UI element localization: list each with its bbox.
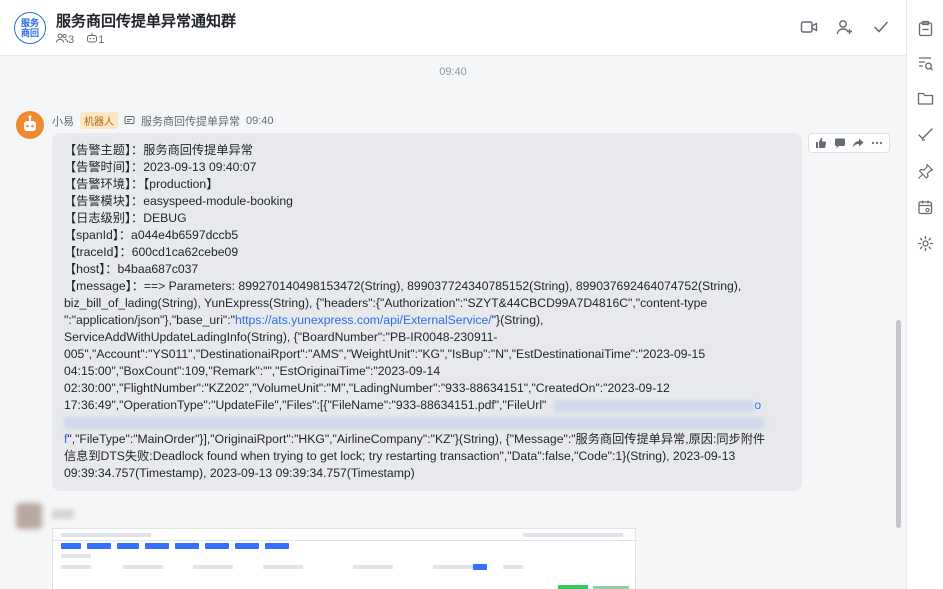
robot-icon xyxy=(24,115,36,131)
forward-icon[interactable] xyxy=(852,137,864,149)
redacted-url xyxy=(554,399,755,412)
message-line-blurred xyxy=(64,414,792,431)
message-line: 【spanId】：a044e4b6597dccb5 xyxy=(64,228,239,242)
thumbs-up-icon[interactable] xyxy=(815,137,827,149)
member-count[interactable]: 3 xyxy=(56,33,74,46)
message-line: ServiceAddWithUpdateLadingInfo(String), … xyxy=(64,330,498,344)
message-line-with-link: ":"application/json"},"base_uri":"https:… xyxy=(64,313,544,327)
message-line: 【告警时间】：2023-09-13 09:40:07 xyxy=(64,160,257,174)
chat-main: 服务 商回 服务商回传提单异常通知群 3 1 09:40 小易 机器人 服务商回传… xyxy=(0,0,906,589)
time-divider: 09:40 xyxy=(439,66,467,78)
api-link[interactable]: https://ats.yunexpress.com/api/ExternalS… xyxy=(235,313,492,327)
message-line: 【traceId】：600cd1ca62cebe09 xyxy=(64,245,239,259)
message-source[interactable]: 服务商回传提单异常 xyxy=(141,113,240,129)
group-avatar[interactable]: 服务 商回 xyxy=(14,12,46,44)
gear-icon[interactable] xyxy=(917,235,934,252)
redacted-avatar[interactable] xyxy=(16,503,42,529)
message-line: 【message】：==> Parameters: 89927014049815… xyxy=(64,279,742,293)
message-sender-line: 小易 机器人 服务商回传提单异常 09:40 xyxy=(52,112,274,129)
task-check-icon[interactable] xyxy=(917,126,934,143)
bot-count[interactable]: 1 xyxy=(86,32,104,46)
message-line: 【告警模块】：easyspeed-module-booking xyxy=(64,194,293,208)
folder-icon[interactable] xyxy=(917,90,934,107)
message-line: 信息到DTS失败:Deadlock found when trying to g… xyxy=(64,449,736,463)
chat-header: 服务 商回 服务商回传提单异常通知群 3 1 xyxy=(0,0,906,56)
redacted-sender-name xyxy=(52,509,74,519)
header-actions xyxy=(800,18,890,36)
message-line: 09:39:34.757(Timestamp), 2023-09-13 09:3… xyxy=(64,466,415,480)
message-line: 【host】：b4baa687c037 xyxy=(64,262,199,276)
message-bubble[interactable]: 【告警主题】：服务商回传提单异常 【告警时间】：2023-09-13 09:40… xyxy=(52,133,802,491)
bot-badge: 机器人 xyxy=(80,112,118,129)
message-line: 04:15:00","BoxCount":109,"Remark":"","Es… xyxy=(64,364,441,378)
more-icon[interactable] xyxy=(871,137,883,149)
url-tail[interactable]: o xyxy=(754,398,761,412)
clipboard-icon[interactable] xyxy=(917,20,934,37)
chat-scrollbar[interactable] xyxy=(896,320,901,528)
group-title: 服务商回传提单异常通知群 xyxy=(56,13,237,30)
sender-name[interactable]: 小易 xyxy=(52,113,74,129)
message-line-with-url: f","FileType":"MainOrder"}],"OriginaiRpo… xyxy=(64,432,766,446)
message-source-icon xyxy=(124,116,135,124)
check-icon[interactable] xyxy=(872,18,890,36)
right-sidebar xyxy=(906,0,943,589)
video-call-icon[interactable] xyxy=(800,18,818,36)
members-icon xyxy=(56,33,68,43)
bot-icon xyxy=(87,32,98,43)
message-line: 【日志级别】：DEBUG xyxy=(64,211,187,225)
message-time: 09:40 xyxy=(246,114,274,127)
search-list-icon[interactable] xyxy=(917,55,934,72)
calendar-settings-icon[interactable] xyxy=(917,199,934,216)
message-line: 【告警环境】：【production】 xyxy=(64,177,219,191)
message-line: 02:30:00","FlightNumber":"KZ202","Volume… xyxy=(64,381,670,395)
message-line: 005","Account":"YS011","DestinationaiRpo… xyxy=(64,347,706,361)
add-member-icon[interactable] xyxy=(836,18,854,36)
reply-icon[interactable] xyxy=(834,137,846,149)
screenshot-thumbnail[interactable] xyxy=(52,528,637,589)
message-line: biz_bill_of_lading(String), YunExpress(S… xyxy=(64,296,708,310)
message-line: 【告警主题】：服务商回传提单异常 xyxy=(64,143,253,157)
message-line-with-url: 17:36:49","OperationType":"UpdateFile","… xyxy=(64,398,762,412)
message-actions xyxy=(808,133,890,153)
bot-avatar[interactable] xyxy=(16,111,44,139)
redacted-url-line xyxy=(64,416,764,429)
pin-icon[interactable] xyxy=(917,163,934,180)
group-meta: 3 1 xyxy=(56,32,104,46)
